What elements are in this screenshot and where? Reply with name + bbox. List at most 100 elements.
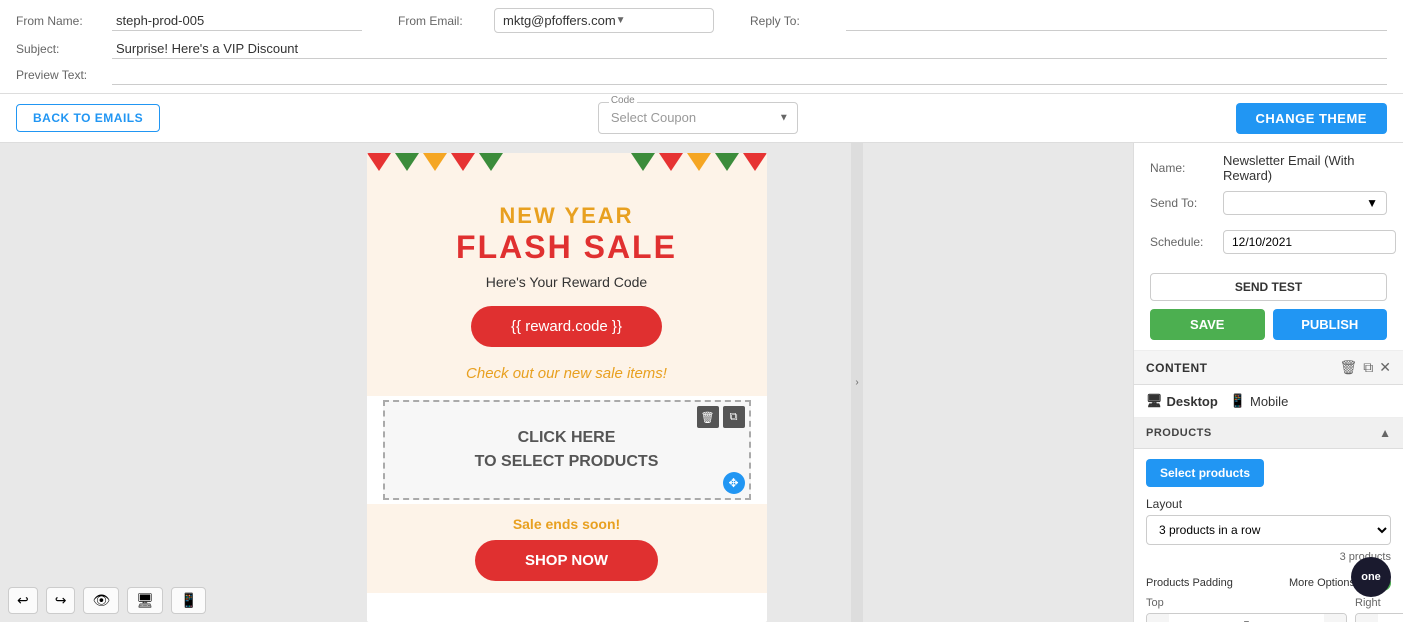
publish-button[interactable]: PUBLISH [1273,309,1388,340]
desktop-tab-label: Desktop [1167,394,1218,409]
coupon-code-label: Code [609,95,637,106]
padding-right-minus[interactable]: − [1356,614,1378,622]
reply-to-label: Reply To: [750,14,830,28]
padding-section-label: Products Padding [1146,577,1233,589]
one-badge[interactable]: one [1351,557,1391,597]
bottom-toolbar: ↩ ↪ 👁 🖥 📱 [8,587,206,614]
triangle-green-2 [479,153,503,171]
products-click-area[interactable]: 🗑 ⧉ CLICK HERE TO SELECT PRODUCTS ✥ [383,400,751,500]
reply-to-input[interactable] [846,11,1387,31]
tab-mobile[interactable]: 📱 Mobile [1230,393,1288,409]
right-panel: Name: Newsletter Email (With Reward) Sen… [1133,143,1403,622]
reward-subtitle: Here's Your Reward Code [383,274,751,290]
select-products-button[interactable]: Select products [1146,459,1264,487]
sale-ends-text: Sale ends soon! [379,516,755,532]
email-footer: Sale ends soon! SHOP NOW [367,504,767,593]
content-actions: 🗑 ⧉ ✕ [1339,359,1391,376]
bunting-left [367,153,503,171]
products-section-body: Select products Layout 3 products in a r… [1134,449,1403,622]
back-to-emails-button[interactable]: BACK TO EMAILS [16,104,160,132]
preview-text-input[interactable] [112,65,1387,85]
coupon-placeholder: Select Coupon [611,110,696,125]
send-to-row: Send To: ▼ [1150,191,1387,215]
tab-desktop[interactable]: 🖥 Desktop [1146,393,1218,409]
change-theme-button[interactable]: CHANGE THEME [1236,103,1387,134]
duplicate-product-button[interactable]: ⧉ [723,406,745,428]
delete-product-button[interactable]: 🗑 [697,406,719,428]
collapse-panel-handle[interactable]: › [851,143,863,622]
preview-button[interactable]: 👁 [83,587,119,614]
undo-button[interactable]: ↩ [8,587,38,614]
action-bar: BACK TO EMAILS Code Select Coupon ▼ CHAN… [0,94,1403,143]
padding-right-field: Right − + [1355,597,1403,622]
triangle-green-3 [631,153,655,171]
close-icon-button[interactable]: ✕ [1379,359,1391,376]
product-toolbar: 🗑 ⧉ [697,406,745,428]
from-name-label: From Name: [16,14,96,28]
schedule-row: Schedule: 12:00 am ▼ [1150,223,1387,261]
email-header-banner: NEW YEAR FLASH SALE Here's Your Reward C… [367,153,767,396]
mobile-view-button[interactable]: 📱 [171,587,206,614]
send-test-button[interactable]: SEND TEST [1150,273,1387,301]
products-section-title: PRODUCTS [1146,427,1212,439]
triangle-red-4 [743,153,767,171]
send-to-label: Send To: [1150,196,1215,210]
reward-code-button[interactable]: {{ reward.code }} [471,306,662,347]
top-bar: From Name: From Email: mktg@pfoffers.com… [0,0,1403,94]
bunting-right [631,153,767,171]
triangle-red-2 [451,153,475,171]
flash-sale-text: FLASH SALE [383,229,751,266]
padding-top-label: Top [1146,597,1347,609]
padding-right-input-row: − + [1355,613,1403,622]
chevron-down-icon: ▼ [616,15,705,26]
triangle-green-1 [395,153,419,171]
schedule-label: Schedule: [1150,235,1215,249]
coupon-select[interactable]: Code Select Coupon ▼ [598,102,798,134]
layout-label: Layout [1146,497,1391,511]
delete-icon-button[interactable]: 🗑 [1339,359,1357,376]
padding-top-input-row: − + [1146,613,1347,622]
name-field-value: Newsletter Email (With Reward) [1223,153,1387,183]
schedule-date-input[interactable] [1223,230,1396,254]
triangle-orange-1 [423,153,447,171]
chevron-down-icon: ▼ [779,113,789,124]
email-canvas: NEW YEAR FLASH SALE Here's Your Reward C… [367,153,767,622]
new-year-text: NEW YEAR [383,203,751,229]
padding-top-minus[interactable]: − [1147,614,1169,622]
from-email-value: mktg@pfoffers.com [503,13,616,28]
click-here-line1: CLICK HERE [401,426,733,450]
save-button[interactable]: SAVE [1150,309,1265,340]
from-email-select[interactable]: mktg@pfoffers.com ▼ [494,8,714,33]
copy-icon-button[interactable]: ⧉ [1363,359,1373,376]
name-row: Name: Newsletter Email (With Reward) [1150,153,1387,183]
content-title: CONTENT [1146,361,1208,375]
shop-now-button[interactable]: SHOP NOW [475,540,658,581]
check-out-text: Check out our new sale items! [383,365,751,382]
mobile-tab-label: Mobile [1250,394,1288,409]
padding-grid: Top − + Right − + [1146,597,1391,622]
mobile-icon: 📱 [1230,393,1246,409]
view-tabs: 🖥 Desktop 📱 Mobile [1134,385,1403,418]
subject-input[interactable] [112,39,1387,59]
from-email-label: From Email: [398,14,478,28]
triangle-red-3 [659,153,683,171]
triangle-green-4 [715,153,739,171]
from-name-input[interactable] [112,11,362,31]
padding-top-field: Top − + [1146,597,1347,622]
content-header: CONTENT 🗑 ⧉ ✕ [1134,351,1403,385]
padding-top-plus[interactable]: + [1324,614,1346,622]
send-to-select[interactable]: ▼ [1223,191,1387,215]
subject-label: Subject: [16,42,96,56]
redo-button[interactable]: ↪ [46,587,76,614]
canvas-area: NEW YEAR FLASH SALE Here's Your Reward C… [0,143,1133,622]
chevron-down-icon: ▼ [1366,196,1378,210]
products-collapse-icon[interactable]: ▲ [1379,426,1391,440]
preview-text-label: Preview Text: [16,68,96,82]
canvas-scroll: NEW YEAR FLASH SALE Here's Your Reward C… [0,143,1133,622]
schedule-controls: 12:00 am ▼ [1223,223,1403,261]
products-section-header: PRODUCTS ▲ [1134,418,1403,449]
layout-select[interactable]: 3 products in a row 2 products in a row … [1146,515,1391,545]
desktop-icon: 🖥 [1146,393,1163,409]
desktop-view-button[interactable]: 🖥 [127,587,163,614]
click-here-line2: TO SELECT PRODUCTS [401,450,733,474]
